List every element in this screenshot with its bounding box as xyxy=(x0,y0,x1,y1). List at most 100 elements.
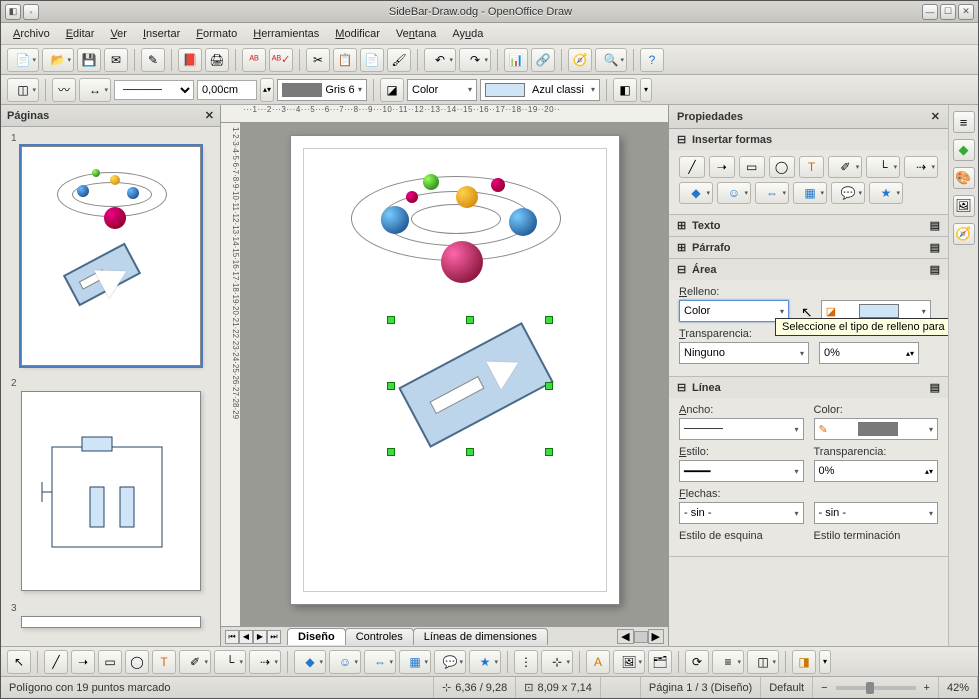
points-tool[interactable]: ⋮ xyxy=(514,650,538,674)
hscroll-right-icon[interactable]: ▶ xyxy=(648,629,664,644)
autospell-button[interactable]: ᴬᴮ✓ xyxy=(269,48,293,72)
shape-star[interactable]: ★ xyxy=(869,182,903,204)
line-tool[interactable]: ╱ xyxy=(44,650,68,674)
paste-button[interactable]: 📄 xyxy=(360,48,384,72)
line-color-select[interactable]: Gris 6▾ xyxy=(277,79,367,101)
arrange-button[interactable]: ◫ xyxy=(7,78,39,102)
tab-dims[interactable]: Líneas de dimensiones xyxy=(413,628,548,645)
text-tool[interactable]: T xyxy=(152,650,176,674)
shape-basic[interactable]: ◆ xyxy=(679,182,713,204)
pages-list[interactable]: 1 2 3 xyxy=(1,127,220,646)
tab-next-icon[interactable]: ▶ xyxy=(253,630,267,644)
spellcheck-button[interactable]: ᴬᴮ xyxy=(242,48,266,72)
zoom-in-icon[interactable]: + xyxy=(924,682,930,694)
menu-ayuda[interactable]: Ayuda xyxy=(446,26,489,42)
more-icon[interactable]: ▤ xyxy=(930,263,940,276)
drawing-page[interactable] xyxy=(290,135,620,605)
tab-prev-icon[interactable]: ◀ xyxy=(239,630,253,644)
arrow-end-combo[interactable]: - sin -▾ xyxy=(814,502,939,524)
arrange-tool[interactable]: ◫ xyxy=(747,650,779,674)
page-thumb-2[interactable]: 2 xyxy=(11,378,210,591)
menu-archivo[interactable]: Archivo xyxy=(7,26,56,42)
chart-button[interactable]: 📊 xyxy=(504,48,528,72)
zoom-slider[interactable] xyxy=(836,686,916,690)
shadow-button[interactable]: ◧ xyxy=(613,78,637,102)
trans-type-combo[interactable]: Ninguno▾ xyxy=(679,342,809,364)
shape-flowchart[interactable]: ▦ xyxy=(793,182,827,204)
shape-symbol[interactable]: ☺ xyxy=(717,182,751,204)
basic-shapes-tool[interactable]: ◆ xyxy=(294,650,326,674)
rect-tool[interactable]: ▭ xyxy=(98,650,122,674)
sbtab-properties[interactable]: ≡ xyxy=(953,111,975,133)
shape-connector[interactable]: └ xyxy=(866,156,900,178)
sbtab-functions[interactable]: 🧭 xyxy=(953,223,975,245)
line-color-combo[interactable]: ✎▾ xyxy=(814,418,939,440)
hyperlink-button[interactable]: 🔗 xyxy=(531,48,555,72)
zoom-button[interactable]: 🔍 xyxy=(595,48,627,72)
redo-button[interactable]: ↷ xyxy=(459,48,491,72)
sbtab-gallery[interactable]: ◆ xyxy=(953,139,975,161)
gallery-tool[interactable]: 🗂 xyxy=(648,650,672,674)
toolbar-overflow[interactable]: ▾ xyxy=(819,650,831,674)
block-arrow-tool[interactable]: ⇔ xyxy=(364,650,396,674)
menu-ventana[interactable]: Ventana xyxy=(390,26,442,42)
fill-type-select[interactable]: Color▾ xyxy=(407,79,477,101)
copy-button[interactable]: 📋 xyxy=(333,48,357,72)
shape-rect[interactable]: ▭ xyxy=(739,156,765,178)
sysmenu-icon[interactable]: ◧ xyxy=(5,4,21,20)
arrow-start-combo[interactable]: - sin -▾ xyxy=(679,502,804,524)
menu-ver[interactable]: Ver xyxy=(104,26,133,42)
connector-tool[interactable]: └ xyxy=(214,650,246,674)
hscroll-left-icon[interactable]: ◀ xyxy=(617,629,633,644)
undo-button[interactable]: ↶ xyxy=(424,48,456,72)
extrusion-tool[interactable]: ◨ xyxy=(792,650,816,674)
line-width-combo[interactable]: ─────▾ xyxy=(679,418,804,440)
pin-icon[interactable]: ◦ xyxy=(23,4,39,20)
line-style-select[interactable]: ───── xyxy=(114,80,194,100)
close-button[interactable]: ✕ xyxy=(958,4,974,20)
line-width-input[interactable] xyxy=(197,80,257,100)
format-paint-button[interactable]: 🖌 xyxy=(387,48,411,72)
more-icon[interactable]: ▤ xyxy=(930,381,940,394)
arrow-style-button[interactable]: ↔ xyxy=(79,78,111,102)
symbol-shapes-tool[interactable]: ☺ xyxy=(329,650,361,674)
tab-controls[interactable]: Controles xyxy=(345,628,414,645)
menu-modificar[interactable]: Modificar xyxy=(329,26,386,42)
trans-value-spin[interactable]: 0%▴▾ xyxy=(819,342,919,364)
cut-button[interactable]: ✂ xyxy=(306,48,330,72)
menu-insertar[interactable]: Insertar xyxy=(137,26,186,42)
zoom-out-icon[interactable]: − xyxy=(821,682,827,694)
flowchart-tool[interactable]: ▦ xyxy=(399,650,431,674)
select-tool[interactable]: ↖ xyxy=(7,650,31,674)
print-button[interactable]: 🖨 xyxy=(205,48,229,72)
line-style-button[interactable]: 〰 xyxy=(52,78,76,102)
fontwork-tool[interactable]: A xyxy=(586,650,610,674)
ellipse-tool[interactable]: ◯ xyxy=(125,650,149,674)
new-button[interactable]: 📄 xyxy=(7,48,39,72)
canvas-viewport[interactable] xyxy=(241,123,668,626)
minimize-button[interactable]: — xyxy=(922,4,938,20)
navigator-button[interactable]: 🧭 xyxy=(568,48,592,72)
selected-object[interactable] xyxy=(398,322,554,448)
save-button[interactable]: 💾 xyxy=(77,48,101,72)
more-icon[interactable]: ▤ xyxy=(930,241,940,254)
pdf-button[interactable]: 📕 xyxy=(178,48,202,72)
sbtab-styles[interactable]: 🎨 xyxy=(953,167,975,189)
more-icon[interactable]: ▤ xyxy=(930,219,940,232)
tab-first-icon[interactable]: ⏮ xyxy=(225,630,239,644)
tab-last-icon[interactable]: ⏭ xyxy=(267,630,281,644)
page-thumb-1[interactable]: 1 xyxy=(11,133,210,366)
sidebar-close-icon[interactable]: ✕ xyxy=(931,110,940,123)
shape-callout[interactable]: 💬 xyxy=(831,182,865,204)
open-button[interactable]: 📂 xyxy=(42,48,74,72)
shape-text[interactable]: T xyxy=(799,156,825,178)
status-zoom[interactable]: 42% xyxy=(939,677,978,698)
from-file-tool[interactable]: 🖼 xyxy=(613,650,645,674)
line-style-combo[interactable]: ━━━━▾ xyxy=(679,460,804,482)
maximize-button[interactable]: ☐ xyxy=(940,4,956,20)
status-style[interactable]: Default xyxy=(761,677,813,698)
section-paragraph[interactable]: ⊞Párrafo▤ xyxy=(669,237,948,259)
align-tool[interactable]: ≡ xyxy=(712,650,744,674)
shape-line[interactable]: ╱ xyxy=(679,156,705,178)
page-thumb-3[interactable]: 3 xyxy=(11,603,210,628)
